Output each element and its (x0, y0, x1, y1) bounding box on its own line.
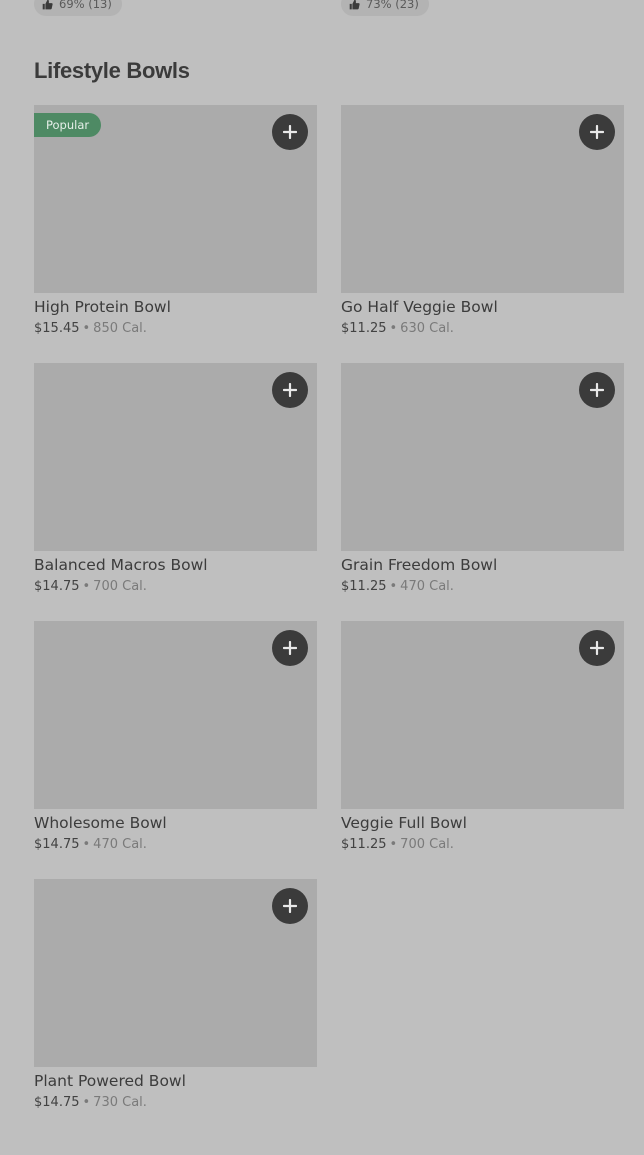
plus-icon (590, 641, 604, 655)
plus-icon (590, 125, 604, 139)
thumbs-up-icon (349, 0, 360, 9)
menu-item-image[interactable] (34, 621, 317, 809)
menu-item-calories: 850 Cal. (93, 321, 147, 336)
menu-item-price: $11.25 (341, 321, 387, 336)
menu-item-grid: Popular High Protein Bowl $15.45 • 850 Cal. G… (34, 105, 624, 1110)
menu-item-calories: 730 Cal. (93, 1095, 147, 1110)
menu-item-image[interactable] (341, 363, 624, 551)
menu-item-card[interactable]: Grain Freedom Bowl $11.25 • 470 Cal. (341, 363, 624, 594)
menu-item-price: $14.75 (34, 1095, 80, 1110)
previous-section-ratings: 69% (13) 73% (23) (0, 0, 644, 16)
plus-icon (590, 383, 604, 397)
add-to-cart-button[interactable] (272, 888, 308, 924)
menu-item-price: $14.75 (34, 579, 80, 594)
menu-item-image[interactable] (34, 363, 317, 551)
rating-pill: 69% (13) (34, 0, 122, 16)
menu-item-name[interactable]: Plant Powered Bowl (34, 1072, 317, 1090)
menu-item-meta: $11.25 • 700 Cal. (341, 837, 624, 852)
menu-item-card[interactable]: Veggie Full Bowl $11.25 • 700 Cal. (341, 621, 624, 852)
menu-item-calories: 470 Cal. (400, 579, 454, 594)
menu-item-card[interactable]: Balanced Macros Bowl $14.75 • 700 Cal. (34, 363, 317, 594)
menu-item-calories: 700 Cal. (400, 837, 454, 852)
menu-item-image[interactable] (341, 105, 624, 293)
menu-item-image[interactable] (34, 879, 317, 1067)
plus-icon (283, 125, 297, 139)
menu-item-meta: $11.25 • 470 Cal. (341, 579, 624, 594)
rating-label: 69% (13) (59, 0, 112, 11)
thumbs-up-icon (42, 0, 53, 9)
meta-separator: • (82, 837, 91, 852)
add-to-cart-button[interactable] (272, 630, 308, 666)
plus-icon (283, 383, 297, 397)
menu-item-price: $14.75 (34, 837, 80, 852)
menu-item-meta: $14.75 • 470 Cal. (34, 837, 317, 852)
menu-item-name[interactable]: High Protein Bowl (34, 298, 317, 316)
add-to-cart-button[interactable] (579, 114, 615, 150)
menu-item-calories: 470 Cal. (93, 837, 147, 852)
meta-separator: • (82, 579, 91, 594)
menu-item-price: $11.25 (341, 579, 387, 594)
menu-item-meta: $14.75 • 700 Cal. (34, 579, 317, 594)
add-to-cart-button[interactable] (272, 114, 308, 150)
meta-separator: • (389, 579, 398, 594)
menu-item-image[interactable] (341, 621, 624, 809)
menu-item-card[interactable]: Wholesome Bowl $14.75 • 470 Cal. (34, 621, 317, 852)
menu-item-name[interactable]: Go Half Veggie Bowl (341, 298, 624, 316)
add-to-cart-button[interactable] (579, 630, 615, 666)
menu-item-meta: $11.25 • 630 Cal. (341, 321, 624, 336)
section-title: Lifestyle Bowls (34, 58, 190, 83)
plus-icon (283, 641, 297, 655)
menu-item-name[interactable]: Wholesome Bowl (34, 814, 317, 832)
meta-separator: • (82, 1095, 91, 1110)
add-to-cart-button[interactable] (272, 372, 308, 408)
menu-item-name[interactable]: Veggie Full Bowl (341, 814, 624, 832)
menu-item-calories: 630 Cal. (400, 321, 454, 336)
menu-item-meta: $15.45 • 850 Cal. (34, 321, 317, 336)
menu-item-name[interactable]: Balanced Macros Bowl (34, 556, 317, 574)
menu-item-image[interactable]: Popular (34, 105, 317, 293)
add-to-cart-button[interactable] (579, 372, 615, 408)
meta-separator: • (389, 321, 398, 336)
rating-label: 73% (23) (366, 0, 419, 11)
menu-item-card[interactable]: Plant Powered Bowl $14.75 • 730 Cal. (34, 879, 317, 1110)
plus-icon (283, 899, 297, 913)
meta-separator: • (82, 321, 91, 336)
menu-item-meta: $14.75 • 730 Cal. (34, 1095, 317, 1110)
rating-pill: 73% (23) (341, 0, 429, 16)
menu-item-name[interactable]: Grain Freedom Bowl (341, 556, 624, 574)
menu-item-card[interactable]: Popular High Protein Bowl $15.45 • 850 Cal. (34, 105, 317, 336)
menu-item-card[interactable]: Go Half Veggie Bowl $11.25 • 630 Cal. (341, 105, 624, 336)
popular-badge: Popular (34, 113, 102, 137)
menu-item-price: $11.25 (341, 837, 387, 852)
menu-item-price: $15.45 (34, 321, 80, 336)
meta-separator: • (389, 837, 398, 852)
menu-item-calories: 700 Cal. (93, 579, 147, 594)
